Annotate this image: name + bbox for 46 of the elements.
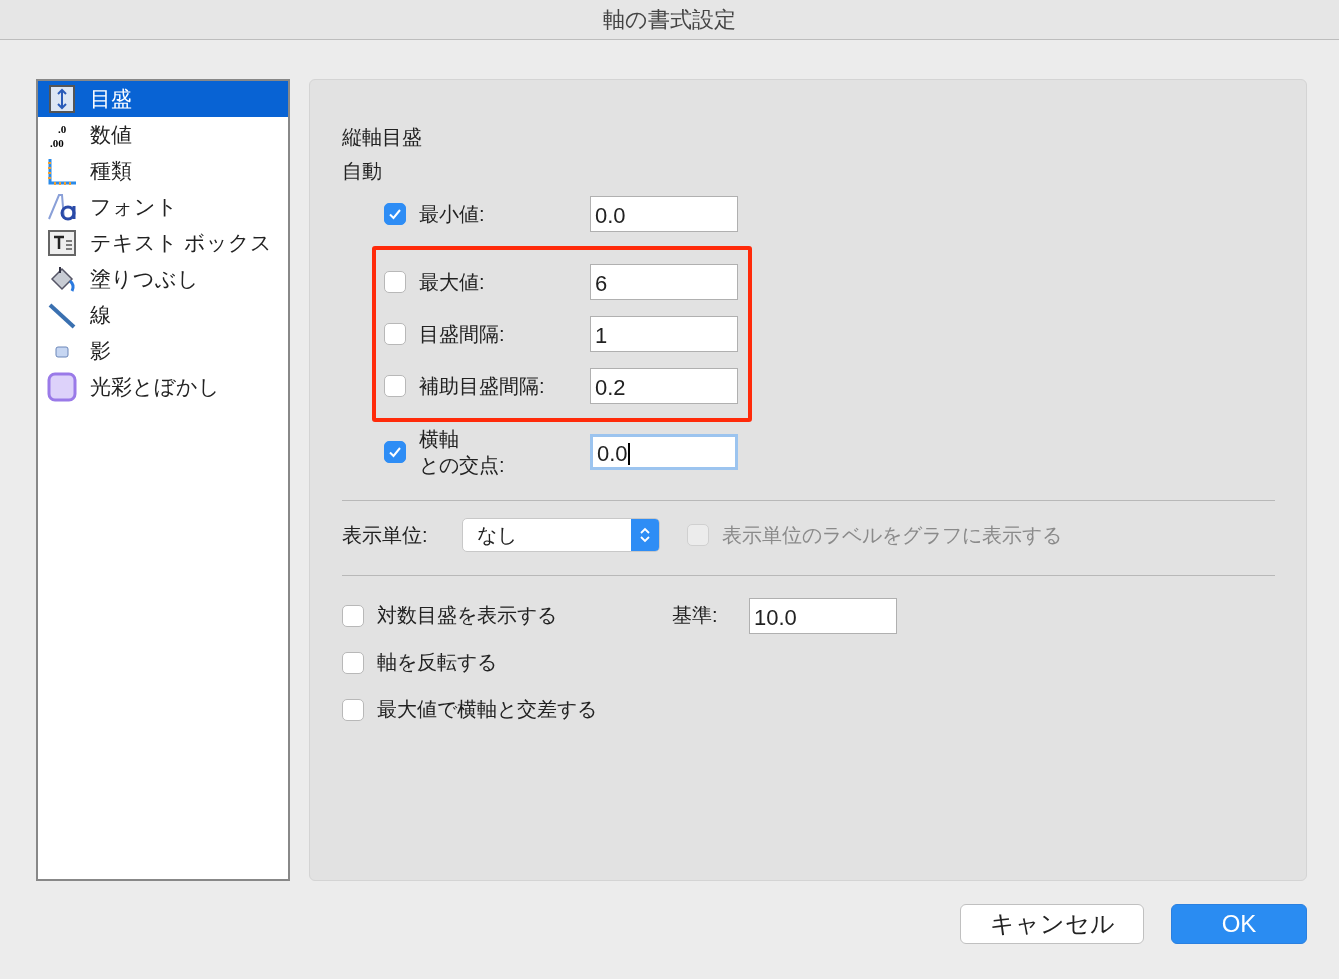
checkbox-label: 表示単位のラベルをグラフに表示する: [722, 522, 1062, 548]
category-item[interactable]: 線: [38, 297, 288, 333]
field-label: 最大値:: [419, 270, 485, 295]
field-label: 補助目盛間隔:: [419, 374, 545, 399]
field-label: 横軸: [419, 427, 459, 452]
window-title: 軸の書式設定: [603, 5, 736, 34]
input-field[interactable]: 0.0: [590, 434, 738, 470]
checkbox[interactable]: [342, 698, 364, 721]
category-item[interactable]: .0 .00 数値: [38, 117, 288, 153]
input-field[interactable]: 6: [590, 264, 738, 300]
checkbox-label: 軸を反転する: [377, 650, 498, 675]
category-item[interactable]: 目盛: [38, 81, 288, 117]
units-dropdown[interactable]: なし: [462, 518, 660, 552]
section-label: 自動: [342, 159, 382, 184]
checkbox[interactable]: [342, 604, 364, 627]
checkbox-label: 対数目盛を表示する: [377, 603, 558, 628]
text-box-icon: [46, 227, 78, 259]
category-item[interactable]: テキスト ボックス: [38, 225, 288, 261]
base-label: 基準:: [672, 603, 719, 628]
section-heading: 縦軸目盛: [342, 125, 422, 150]
checkbox[interactable]: [384, 271, 406, 293]
checkbox[interactable]: [384, 203, 406, 225]
dropdown-arrows-icon: [631, 519, 659, 551]
category-item[interactable]: 種類: [38, 153, 288, 189]
field-label: との交点:: [419, 453, 505, 478]
category-item[interactable]: 塗りつぶし: [38, 261, 288, 297]
input-field[interactable]: 10.0: [749, 597, 897, 634]
field-label: 目盛間隔:: [419, 322, 505, 347]
checkbox[interactable]: [384, 323, 406, 345]
decimal-icon: .0 .00: [46, 119, 78, 151]
field-label: 最小値:: [419, 202, 485, 227]
ruler-icon: [46, 83, 78, 115]
category-item[interactable]: 影: [38, 333, 288, 369]
category-item[interactable]: フォント: [38, 189, 288, 225]
category-item[interactable]: 光彩とぼかし: [38, 369, 288, 405]
checkbox-label: 最大値で横軸と交差する: [377, 697, 598, 722]
units-label: 表示単位:: [342, 522, 429, 548]
input-field[interactable]: 1: [590, 316, 738, 352]
rounded-square-icon: [46, 371, 78, 403]
checkbox[interactable]: [384, 375, 406, 397]
checkbox[interactable]: [342, 651, 364, 674]
cancel-button[interactable]: キャンセル: [960, 904, 1144, 944]
checkbox[interactable]: [384, 441, 406, 463]
input-field[interactable]: 0.0: [590, 196, 738, 232]
input-field[interactable]: 0.2: [590, 368, 738, 404]
font-icon: [46, 191, 78, 223]
